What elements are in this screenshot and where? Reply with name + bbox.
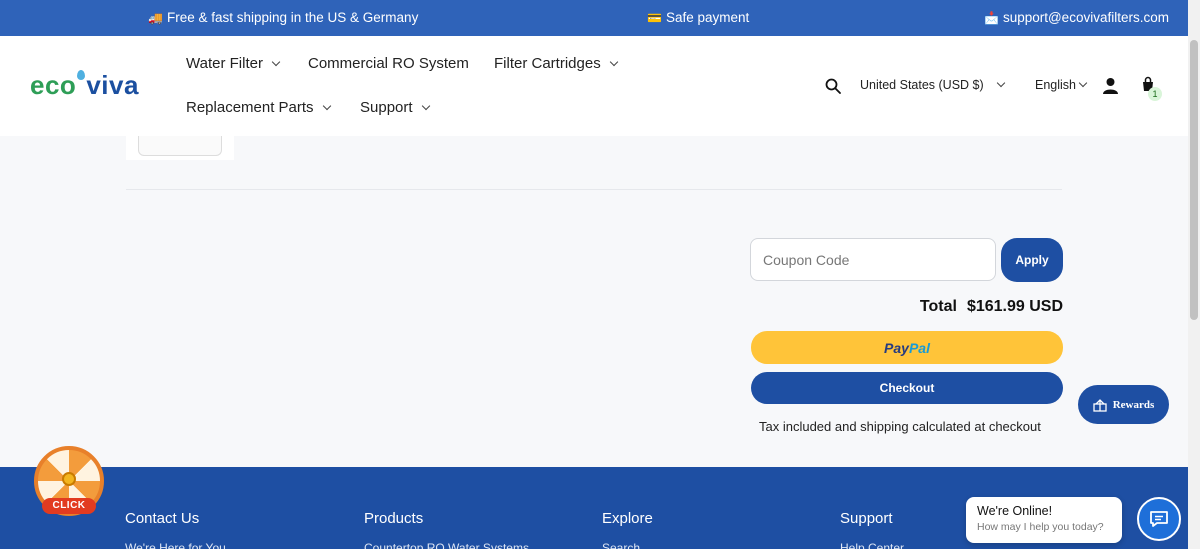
chat-subtitle: How may I help you today? bbox=[977, 521, 1104, 533]
card-icon: 💳 bbox=[647, 10, 662, 25]
footer-heading-support: Support bbox=[840, 510, 893, 527]
footer-heading-contact: Contact Us bbox=[125, 510, 200, 527]
product-thumbnail[interactable] bbox=[126, 136, 234, 160]
scrollbar-thumb[interactable] bbox=[1190, 40, 1198, 320]
footer-heading-products: Products bbox=[364, 510, 424, 527]
footer-link-products[interactable]: Countertop RO Water Systems bbox=[364, 541, 529, 549]
mail-icon: 📩 bbox=[984, 10, 999, 25]
site-logo[interactable]: eco viva bbox=[30, 70, 139, 101]
nav-replacement-parts[interactable]: Replacement Parts bbox=[186, 99, 331, 116]
shipping-announcement: 🚚 Free & fast shipping in the US & Germa… bbox=[148, 10, 418, 25]
site-header: eco viva Water Filter Commercial RO Syste… bbox=[0, 36, 1188, 136]
support-email[interactable]: support@ecovivafilters.com bbox=[1003, 10, 1169, 25]
chevron-down-icon bbox=[421, 101, 430, 110]
language-selector[interactable]: English bbox=[1035, 78, 1088, 92]
chevron-down-icon bbox=[322, 101, 331, 110]
paypal-button[interactable]: Pay Pal bbox=[751, 331, 1063, 364]
checkout-button[interactable]: Checkout bbox=[751, 372, 1063, 404]
cart-total: Total $161.99 USD bbox=[920, 298, 1063, 316]
nav-commercial-ro[interactable]: Commercial RO System bbox=[308, 55, 469, 72]
nav-support[interactable]: Support bbox=[360, 99, 430, 116]
product-image bbox=[138, 136, 222, 156]
cart-divider bbox=[126, 189, 1062, 190]
currency-selector[interactable]: United States (USD $) bbox=[860, 78, 1005, 92]
chat-greeting-bubble[interactable]: We're Online! How may I help you today? bbox=[966, 497, 1122, 543]
search-icon[interactable] bbox=[825, 78, 841, 94]
chat-icon bbox=[1150, 511, 1168, 527]
spin-click-label[interactable]: CLICK bbox=[42, 498, 96, 514]
email-announcement[interactable]: 📩 support@ecovivafilters.com bbox=[984, 10, 1169, 25]
footer-heading-explore: Explore bbox=[602, 510, 653, 527]
chat-launcher-button[interactable] bbox=[1137, 497, 1181, 541]
apply-coupon-button[interactable]: Apply bbox=[1001, 238, 1063, 282]
chevron-down-icon bbox=[1078, 78, 1088, 88]
page-scrollbar[interactable] bbox=[1188, 0, 1200, 549]
payment-text: Safe payment bbox=[665, 10, 750, 25]
chevron-down-icon bbox=[609, 57, 618, 66]
total-value: $161.99 USD bbox=[966, 298, 1063, 315]
chevron-down-icon bbox=[271, 57, 281, 66]
user-icon[interactable] bbox=[1102, 77, 1119, 94]
payment-announcement: 💳 Safe payment bbox=[647, 10, 749, 25]
tax-note: Tax included and shipping calculated at … bbox=[759, 419, 1041, 434]
announcement-bar: 🚚 Free & fast shipping in the US & Germa… bbox=[0, 0, 1188, 36]
gift-icon bbox=[1093, 398, 1107, 412]
coupon-code-input[interactable] bbox=[750, 238, 996, 281]
water-drop-icon bbox=[77, 70, 86, 80]
chat-title: We're Online! bbox=[977, 504, 1053, 518]
total-label: Total bbox=[919, 298, 957, 315]
truck-icon: 🚚 bbox=[148, 10, 163, 25]
wheel-center-icon bbox=[62, 472, 76, 486]
footer-link-explore[interactable]: Search bbox=[602, 541, 640, 549]
chevron-down-icon bbox=[996, 78, 1005, 88]
rewards-button[interactable]: Rewards bbox=[1078, 385, 1169, 424]
nav-water-filter[interactable]: Water Filter bbox=[186, 55, 281, 72]
footer-link-support[interactable]: Help Center bbox=[840, 541, 904, 549]
cart-count-badge: 1 bbox=[1148, 87, 1162, 101]
footer-link-contact[interactable]: We're Here for You bbox=[125, 541, 226, 549]
nav-filter-cartridges[interactable]: Filter Cartridges bbox=[494, 55, 618, 72]
shipping-text: Free & fast shipping in the US & Germany bbox=[166, 10, 419, 25]
